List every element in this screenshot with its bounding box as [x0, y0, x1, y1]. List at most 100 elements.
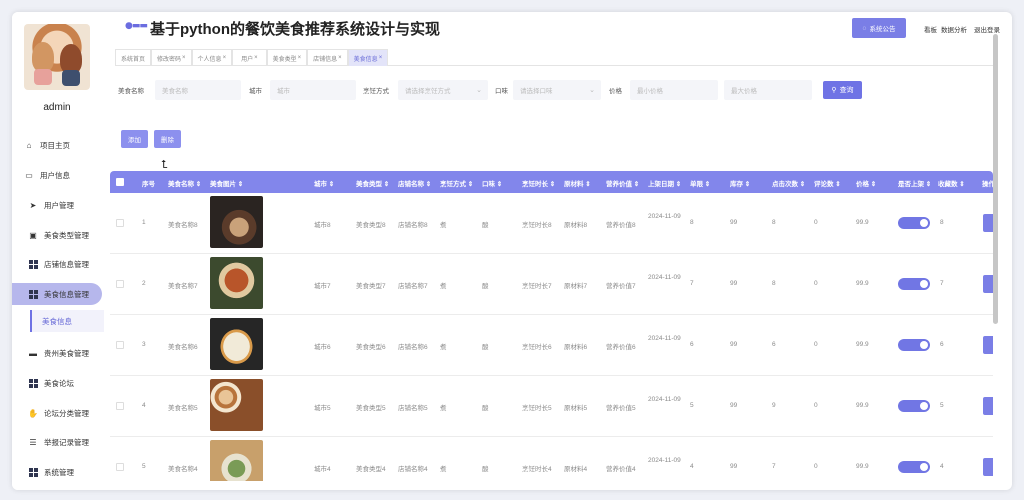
tab-food-type[interactable]: 美食类型 × — [266, 49, 308, 66]
cell-city: 城市5 — [314, 405, 331, 412]
price-min-input[interactable]: 最小价格 — [630, 80, 718, 100]
edit-button[interactable] — [983, 336, 993, 354]
close-icon[interactable]: × — [338, 55, 342, 61]
sidebar-item-label: 店铺信息管理 — [44, 259, 89, 269]
cell-index: 4 — [142, 402, 146, 409]
taste-select[interactable]: 请选择口味 ⌄ — [513, 80, 601, 100]
cell-shop: 店铺名称8 — [398, 222, 428, 229]
col-stock[interactable]: 库存 ⇕ — [730, 178, 750, 188]
sidebar-item-system[interactable]: 系统管理 — [12, 461, 107, 483]
sidebar-item-forum[interactable]: 美食论坛 — [12, 372, 107, 394]
sidebar-item-user-manage[interactable]: ➤ 用户管理 — [12, 194, 107, 216]
col-city[interactable]: 城市 ⇕ — [314, 178, 334, 188]
col-image[interactable]: 美食图片 ⇕ — [210, 178, 243, 188]
row-checkbox[interactable] — [116, 341, 124, 349]
cell-nutrition: 营养价值7 — [606, 283, 636, 290]
cell-clicks: 8 — [772, 219, 776, 226]
cell-comments: 0 — [814, 219, 818, 226]
edit-button[interactable] — [983, 397, 993, 415]
query-button[interactable]: ⚲ 查询 — [823, 81, 862, 99]
sidebar-item-label: 美食信息 — [42, 316, 72, 326]
cell-city: 城市4 — [314, 466, 331, 473]
sidebar-item-food-info[interactable]: 美食信息 — [30, 310, 104, 332]
food-image[interactable] — [210, 379, 263, 431]
col-taste[interactable]: 口味 ⇕ — [482, 178, 502, 188]
tab-shop-info[interactable]: 店铺信息 × — [307, 49, 348, 66]
system-notice-button[interactable]: ◌ 系统公告 — [852, 18, 906, 38]
cell-price: 99.9 — [856, 402, 869, 409]
cell-nutrition: 营养价值4 — [606, 466, 636, 473]
id-card-icon: ▭ — [25, 170, 33, 180]
row-checkbox[interactable] — [116, 463, 124, 471]
tab-label: 用户 — [241, 56, 254, 63]
select-all-checkbox[interactable] — [116, 178, 124, 186]
col-material[interactable]: 原材料 ⇕ — [564, 178, 591, 188]
food-image[interactable] — [210, 257, 263, 309]
col-on-sale[interactable]: 是否上架 ⇕ — [898, 178, 931, 188]
col-nutrition[interactable]: 营养价值 ⇕ — [606, 178, 639, 188]
edit-button[interactable] — [983, 214, 993, 232]
on-sale-toggle[interactable] — [898, 278, 930, 290]
col-shop[interactable]: 店铺名称 ⇕ — [398, 178, 431, 188]
food-name-input[interactable]: 美食名称 — [155, 80, 241, 100]
dashboard-link[interactable]: 看板 — [924, 24, 937, 34]
cell-city: 城市6 — [314, 344, 331, 351]
logout-link[interactable]: 退出登录 — [974, 24, 1000, 34]
col-comments[interactable]: 评论数 ⇕ — [814, 178, 841, 188]
cook-method-select[interactable]: 请选择烹饪方式 ⌄ — [398, 80, 488, 100]
on-sale-toggle[interactable] — [898, 461, 930, 473]
food-image[interactable] — [210, 318, 263, 370]
cell-material: 原材料5 — [564, 405, 588, 412]
scrollbar[interactable] — [993, 34, 998, 324]
sidebar-item-user-info[interactable]: ▭ 用户信息 — [12, 164, 107, 186]
city-label: 城市 — [249, 88, 262, 95]
col-clicks[interactable]: 点击次数 ⇕ — [772, 178, 805, 188]
cell-limit: 5 — [690, 402, 694, 409]
col-method[interactable]: 烹饪方式 ⇕ — [440, 178, 473, 188]
cell-duration: 烹饪时长5 — [522, 405, 552, 412]
col-price[interactable]: 价格 ⇕ — [856, 178, 876, 188]
add-button[interactable]: 添加 — [121, 130, 148, 148]
row-checkbox[interactable] — [116, 219, 124, 227]
on-sale-toggle[interactable] — [898, 217, 930, 229]
tab-change-password[interactable]: 修改密码 × — [151, 49, 192, 66]
sidebar-item-home[interactable]: ⌂ 项目主页 — [12, 134, 107, 156]
sidebar-item-guizhou-food[interactable]: ▬ 贵州美食管理 — [12, 342, 107, 364]
select-placeholder: 请选择口味 — [520, 88, 553, 95]
cell-shop: 店铺名称7 — [398, 283, 428, 290]
sidebar-item-food-manage[interactable]: 美食信息管理 — [12, 283, 102, 305]
edit-button[interactable] — [983, 458, 993, 476]
col-duration[interactable]: 烹饪时长 ⇕ — [522, 178, 555, 188]
col-type[interactable]: 美食类型 ⇕ — [356, 178, 389, 188]
row-checkbox[interactable] — [116, 280, 124, 288]
row-checkbox[interactable] — [116, 402, 124, 410]
close-icon[interactable]: × — [223, 55, 227, 61]
close-icon[interactable]: × — [298, 55, 302, 61]
delete-button[interactable]: 删除 — [154, 130, 181, 148]
page-title: 基于python的餐饮美食推荐系统设计与实现 — [150, 21, 440, 38]
col-date[interactable]: 上架日期 ⇕ — [648, 178, 681, 188]
tab-user[interactable]: 用户 × — [232, 49, 267, 66]
data-analysis-link[interactable]: 数据分析 — [941, 24, 967, 34]
edit-button[interactable] — [983, 275, 993, 293]
col-limit[interactable]: 单限 ⇕ — [690, 178, 710, 188]
tab-home[interactable]: 系统首页 — [115, 49, 152, 66]
close-icon[interactable]: × — [182, 55, 186, 61]
sidebar-item-report[interactable]: ☰ 举报记录管理 — [12, 431, 107, 453]
col-name[interactable]: 美食名称 ⇕ — [168, 178, 201, 188]
sidebar-item-forum-category[interactable]: ✋ 论坛分类管理 — [12, 402, 107, 424]
tab-food-info[interactable]: 美食信息 × — [347, 49, 389, 66]
food-image[interactable] — [210, 440, 263, 481]
on-sale-toggle[interactable] — [898, 339, 930, 351]
close-icon[interactable]: × — [254, 55, 258, 61]
close-icon[interactable]: × — [379, 55, 383, 61]
city-input[interactable]: 城市 — [270, 80, 356, 100]
col-favorites[interactable]: 收藏数 ⇕ — [938, 178, 965, 188]
cell-clicks: 7 — [772, 463, 776, 470]
sidebar-item-food-type[interactable]: ▣ 美食类型管理 — [12, 224, 107, 246]
sidebar-item-shop[interactable]: 店铺信息管理 — [12, 253, 107, 275]
food-image[interactable] — [210, 196, 263, 248]
on-sale-toggle[interactable] — [898, 400, 930, 412]
price-max-input[interactable]: 最大价格 — [724, 80, 812, 100]
tab-profile[interactable]: 个人信息 × — [191, 49, 233, 66]
